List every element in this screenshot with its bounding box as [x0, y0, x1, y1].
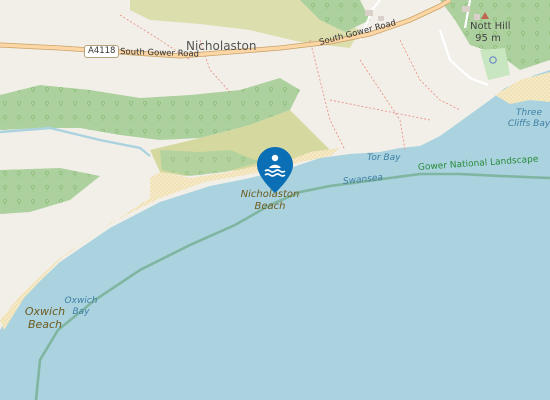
map-canvas[interactable]: South Gower Road South Gower Road A4118 … — [0, 0, 550, 400]
place-label-nicholaston[interactable]: Nicholaston — [186, 39, 256, 53]
road-shield-a4118: A4118 — [84, 45, 120, 58]
beach-label-oxwich-line1: Oxwich — [24, 305, 66, 318]
beach-label-nicholaston-line2: Beach — [254, 201, 286, 212]
marker-pin-shape — [257, 147, 293, 193]
bay-label-tor: Tor Bay — [367, 153, 401, 163]
bay-label-three-cliffs: Three Cliffs Bay — [505, 108, 550, 130]
beach-label-oxwich[interactable]: Oxwich Beach — [20, 305, 70, 331]
swimming-marker-pin[interactable] — [255, 145, 295, 195]
peak-label[interactable]: Nott Hill 95 m — [470, 21, 511, 45]
peak-elevation: 95 m — [475, 33, 501, 44]
bay-label-three-cliffs-line1: Three — [516, 108, 542, 118]
peak-name: Nott Hill — [470, 21, 511, 32]
beach-label-oxwich-line2: Beach — [27, 318, 63, 331]
bay-label-three-cliffs-line2: Cliffs Bay — [507, 119, 550, 129]
